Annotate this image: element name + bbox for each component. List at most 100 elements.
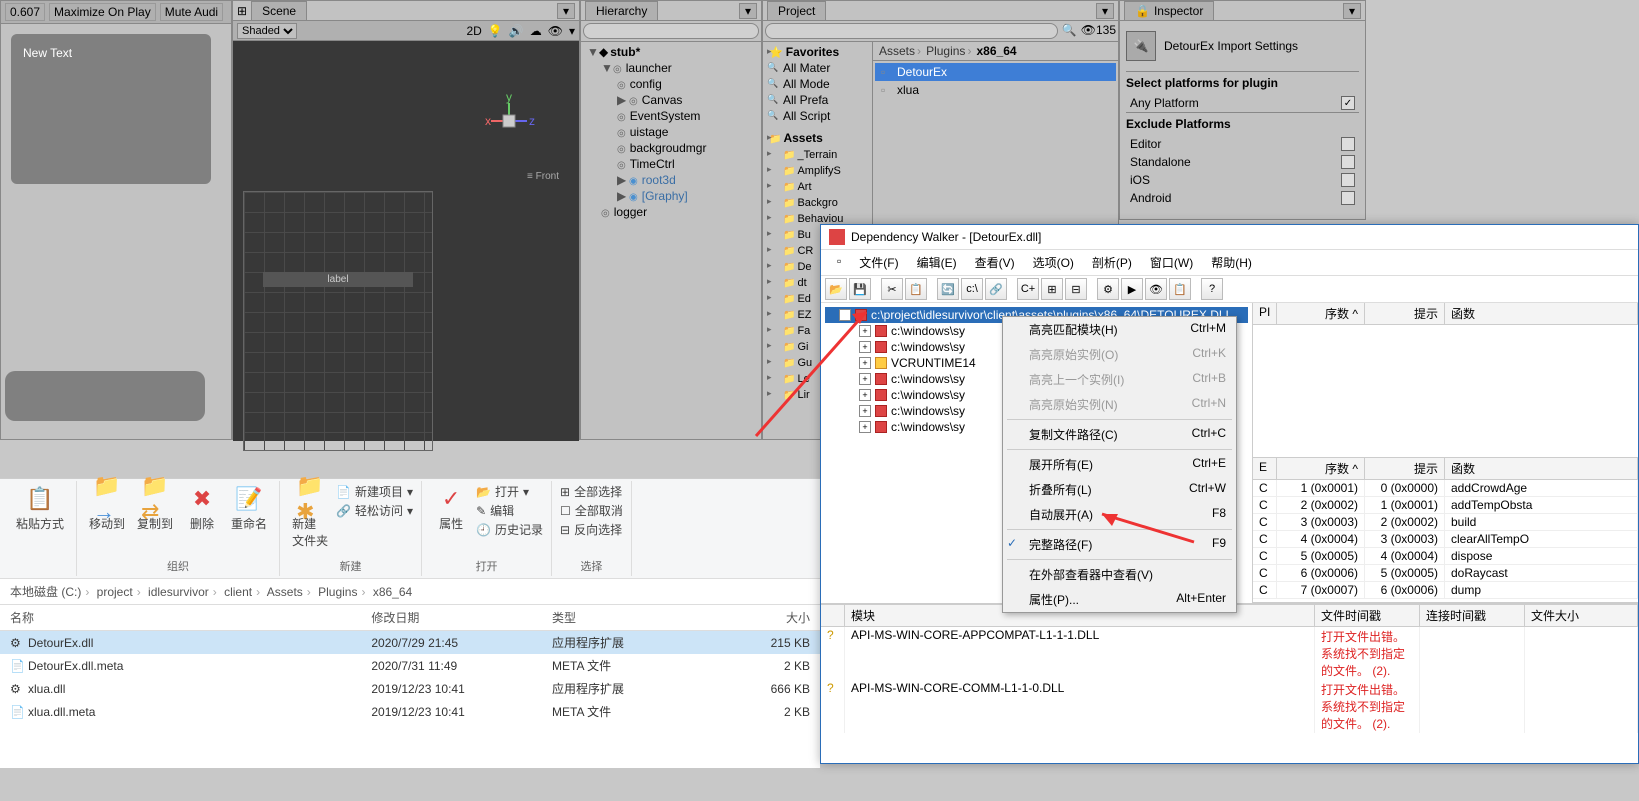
dw-function-row[interactable]: C2 (0x0002)1 (0x0001)addTempObsta [1253, 497, 1638, 514]
project-breadcrumb[interactable]: Assets› Plugins› x86_64 [873, 42, 1118, 61]
tb-icon[interactable]: 📋 [1169, 278, 1191, 300]
scene-root[interactable]: ▼◆ stub* [583, 44, 759, 60]
project-file-item[interactable]: xlua [875, 81, 1116, 99]
explorer-file-row[interactable]: 📄xlua.dll.meta2019/12/23 10:41META 文件2 K… [0, 700, 820, 723]
menu-options[interactable]: 选项(O) [1025, 252, 1082, 273]
gizmo-dropdown-icon[interactable]: ▾ [569, 24, 575, 38]
save-icon[interactable]: 💾 [849, 278, 871, 300]
copy-icon[interactable]: 📋 [905, 278, 927, 300]
edit-button[interactable]: ✎ 编辑 [476, 502, 543, 519]
context-menu-item[interactable]: 展开所有(E)Ctrl+E [1003, 452, 1236, 477]
col-size[interactable]: 大小 [709, 605, 820, 631]
newitem-button[interactable]: 📄 新建项目 ▾ [336, 483, 413, 500]
menu-profile[interactable]: 剖析(P) [1084, 252, 1140, 273]
orientation-gizmo[interactable]: yxz [479, 91, 539, 151]
dw-function-row[interactable]: C3 (0x0003)2 (0x0002)build [1253, 514, 1638, 531]
android-checkbox[interactable] [1341, 191, 1355, 205]
hierarchy-item[interactable]: logger [583, 204, 759, 220]
context-menu-item[interactable]: 折叠所有(L)Ctrl+W [1003, 477, 1236, 502]
context-menu-item[interactable]: 复制文件路径(C)Ctrl+C [1003, 422, 1236, 447]
menu-file[interactable]: 文件(F) [851, 252, 906, 273]
explorer-file-row[interactable]: ⚙DetourEx.dll2020/7/29 21:45应用程序扩展215 KB [0, 631, 820, 655]
dw-function-row[interactable]: C4 (0x0004)3 (0x0003)clearAllTempO [1253, 531, 1638, 548]
col-hint[interactable]: 提示 [1365, 458, 1445, 479]
scene-viewport[interactable]: yxz ≡ Front label [233, 41, 579, 441]
menu-help[interactable]: 帮助(H) [1203, 252, 1260, 273]
tb-icon[interactable]: 🔗 [985, 278, 1007, 300]
asset-folder-item[interactable]: Backgro [765, 194, 870, 210]
copyto-button[interactable]: 📁⇄复制到 [133, 483, 177, 556]
scene-tab[interactable]: Scene [251, 1, 307, 21]
fx-icon[interactable]: ☁ [530, 24, 542, 38]
asset-folder-item[interactable]: AmplifyS [765, 162, 870, 178]
dw-module-row[interactable]: ?API-MS-WIN-CORE-COMM-L1-1-0.DLL打开文件出错。系… [821, 680, 1638, 733]
canvas-outline[interactable]: label [243, 191, 433, 451]
dw-titlebar[interactable]: Dependency Walker - [DetourEx.dll] [821, 225, 1638, 250]
panel-menu-icon[interactable]: ▾ [1343, 3, 1361, 19]
project-search-input[interactable] [765, 23, 1058, 39]
newfolder-button[interactable]: 📁✱新建 文件夹 [288, 483, 332, 556]
easyaccess-button[interactable]: 🔗 轻松访问 ▾ [336, 502, 413, 519]
tb-icon[interactable]: ⚙ [1097, 278, 1119, 300]
help-icon[interactable]: ? [1201, 278, 1223, 300]
col-hint[interactable]: 提示 [1365, 303, 1445, 324]
tb-icon[interactable]: C+ [1017, 278, 1039, 300]
tb-icon[interactable]: ⊟ [1065, 278, 1087, 300]
mute-toggle[interactable]: Mute Audi [160, 3, 223, 21]
hierarchy-item[interactable]: TimeCtrl [583, 156, 759, 172]
maximize-toggle[interactable]: Maximize On Play [49, 3, 156, 21]
panel-menu-icon[interactable]: ▾ [557, 3, 575, 19]
moveto-button[interactable]: 📁→移动到 [85, 483, 129, 556]
hierarchy-item[interactable]: backgroudmgr [583, 140, 759, 156]
project-tab[interactable]: Project [767, 1, 826, 21]
open-icon[interactable]: 📂 [825, 278, 847, 300]
dw-function-row[interactable]: C7 (0x0007)6 (0x0006)dump [1253, 582, 1638, 599]
col-name[interactable]: 名称 [0, 605, 361, 631]
panel-menu-icon[interactable]: ▾ [739, 3, 757, 19]
light-icon[interactable]: 💡 [488, 24, 503, 38]
hierarchy-search-input[interactable] [583, 23, 759, 39]
menu-view[interactable]: 查看(V) [967, 252, 1023, 273]
paste-dropdown[interactable]: 📋粘贴方式 [12, 483, 68, 574]
col-fn[interactable]: 函数 [1445, 303, 1638, 324]
dw-function-row[interactable]: C5 (0x0005)4 (0x0004)dispose [1253, 548, 1638, 565]
any-platform-checkbox[interactable]: ✓ [1341, 96, 1355, 110]
col-ord[interactable]: 序数 ^ [1277, 303, 1365, 324]
history-button[interactable]: 🕘 历史记录 [476, 521, 543, 538]
fav-item[interactable]: All Script [765, 108, 870, 124]
fav-item[interactable]: All Prefa [765, 92, 870, 108]
hierarchy-item[interactable]: uistage [583, 124, 759, 140]
project-file-item[interactable]: DetourEx [875, 63, 1116, 81]
col-e[interactable]: E [1253, 458, 1277, 479]
menu-edit[interactable]: 编辑(E) [909, 252, 965, 273]
hierarchy-item[interactable]: config [583, 76, 759, 92]
hierarchy-item[interactable]: ▶[Graphy] [583, 188, 759, 204]
explorer-file-row[interactable]: 📄DetourEx.dll.meta2020/7/31 11:49META 文件… [0, 654, 820, 677]
col-linkts[interactable]: 连接时间戳 [1420, 605, 1525, 626]
audio-icon[interactable]: 🔊 [509, 24, 524, 38]
rename-button[interactable]: 📝重命名 [227, 483, 271, 556]
context-menu-item[interactable]: 在外部查看器中查看(V) [1003, 562, 1236, 587]
hierarchy-item[interactable]: ▶Canvas [583, 92, 759, 108]
standalone-checkbox[interactable] [1341, 155, 1355, 169]
menu-window[interactable]: 窗口(W) [1142, 252, 1201, 273]
eye-icon[interactable]: 👁 [548, 24, 563, 38]
context-menu-item[interactable]: 完整路径(F)F9 [1003, 532, 1236, 557]
hierarchy-item[interactable]: EventSystem [583, 108, 759, 124]
editor-checkbox[interactable] [1341, 137, 1355, 151]
selectnone-button[interactable]: ☐ 全部取消 [560, 502, 623, 519]
properties-button[interactable]: ✓属性 [430, 483, 472, 556]
tb-icon[interactable]: 👁 [1145, 278, 1167, 300]
asset-folder-item[interactable]: Art [765, 178, 870, 194]
cut-icon[interactable]: ✂ [881, 278, 903, 300]
panel-menu-icon[interactable]: ▾ [1096, 3, 1114, 19]
col-type[interactable]: 类型 [542, 605, 709, 631]
selectinvert-button[interactable]: ⊟ 反向选择 [560, 521, 623, 538]
context-menu-item[interactable]: 属性(P)...Alt+Enter [1003, 587, 1236, 612]
inspector-tab[interactable]: 🔒 Inspector [1124, 1, 1214, 21]
col-fn[interactable]: 函数 [1445, 458, 1638, 479]
col-filets[interactable]: 文件时间戳 [1315, 605, 1420, 626]
tb-icon[interactable]: 🔄 [937, 278, 959, 300]
fav-item[interactable]: All Mater [765, 60, 870, 76]
tb-icon[interactable]: c:\ [961, 278, 983, 300]
